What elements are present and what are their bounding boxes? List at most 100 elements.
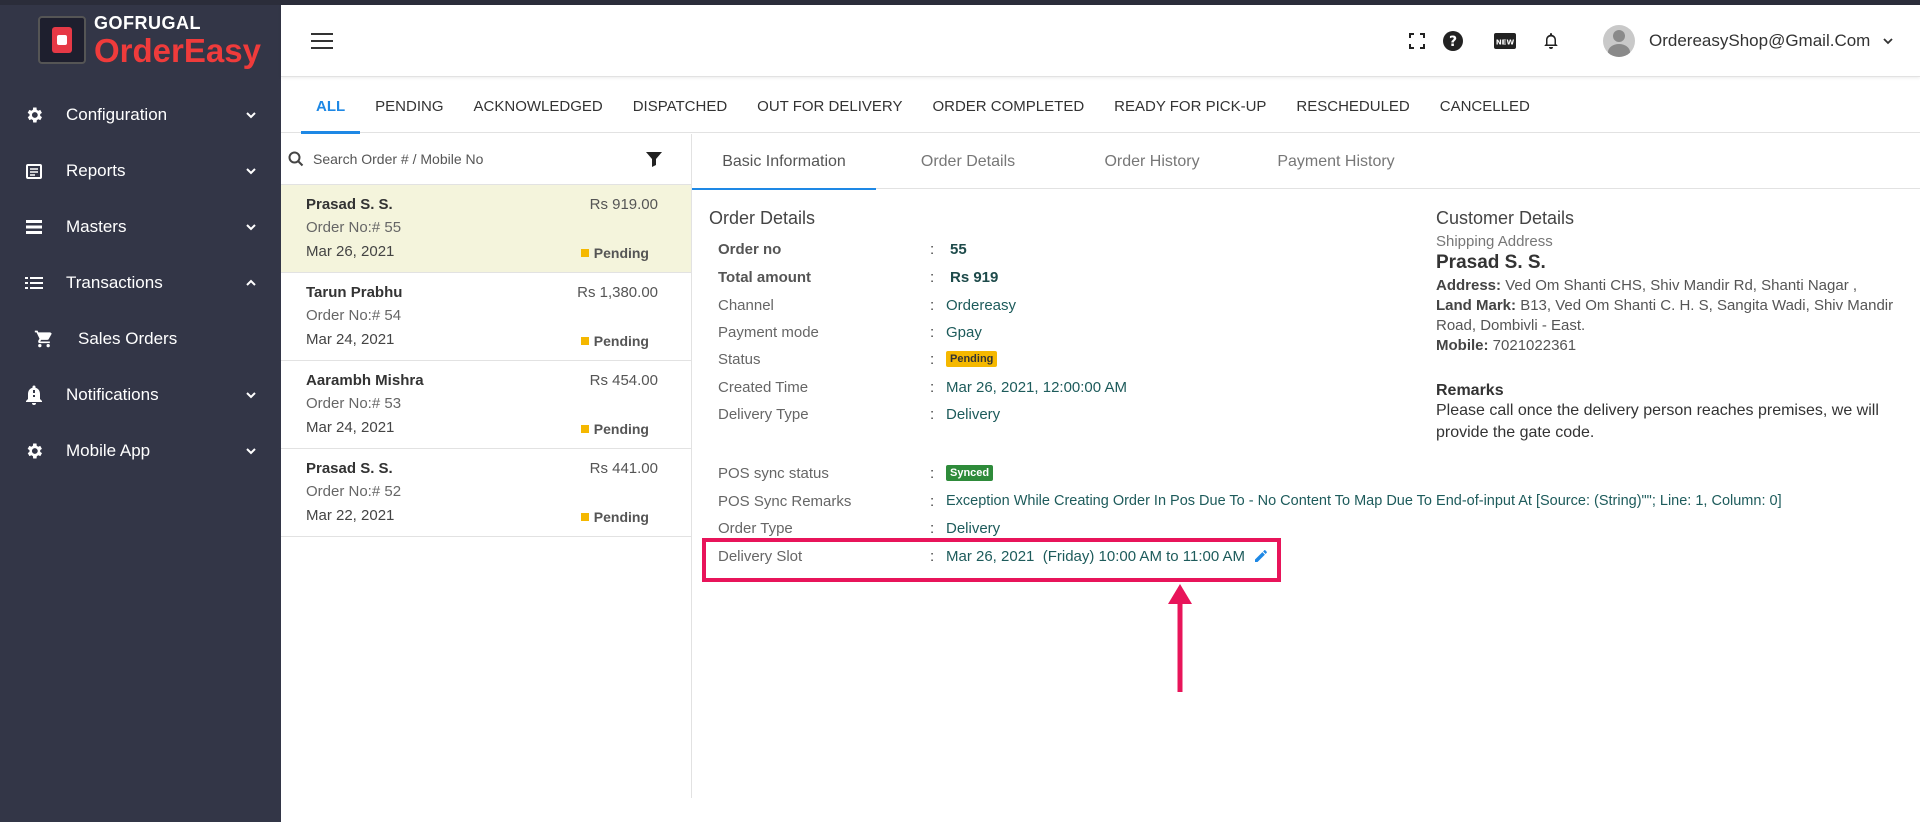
chevron-down-icon (246, 112, 256, 119)
field-status: Status : Pending (718, 348, 998, 370)
sidebar-item-label: Sales Orders (78, 329, 178, 348)
landmark-label: Land Mark: (1436, 297, 1517, 314)
field-label: POS Sync Remarks (718, 492, 852, 510)
tab-pending[interactable]: PENDING (360, 80, 458, 133)
field-label: Order no (718, 240, 782, 258)
sidebar-item-label: Transactions (66, 273, 163, 292)
field-pos-sync-remarks: POS Sync Remarks : Exception While Creat… (718, 490, 1782, 512)
tab-order-details[interactable]: Order Details (876, 134, 1060, 189)
tab-acknowledged[interactable]: ACKNOWLEDGED (459, 80, 618, 133)
brand-name-top: GOFRUGAL (94, 12, 201, 33)
chevron-down-icon (246, 224, 256, 231)
brand-name-bottom: OrderEasy (94, 31, 261, 69)
order-status-text: Pending (593, 509, 649, 525)
field-label: Status (718, 350, 761, 368)
mobile-value: 7021022361 (1492, 337, 1577, 354)
order-status: Pending (580, 509, 649, 525)
tab-out-for-delivery[interactable]: OUT FOR DELIVERY (742, 80, 917, 133)
status-dot-icon (580, 513, 589, 521)
sidebar-item-sales-orders[interactable]: Sales Orders (0, 311, 281, 367)
search-input[interactable] (313, 151, 653, 167)
tab-dispatched[interactable]: DISPATCHED (618, 80, 742, 133)
tab-all[interactable]: ALL (301, 80, 361, 134)
order-status: Pending (580, 421, 649, 437)
order-list-item[interactable]: Prasad S. S. Rs 441.00 Order No:# 52 Mar… (281, 449, 691, 537)
status-badge: Pending (946, 351, 998, 367)
hamburger-menu-icon[interactable] (311, 33, 333, 49)
field-colon: : (930, 492, 935, 510)
customer-mobile: Mobile: 7021022361 (1436, 336, 1906, 356)
address-label: Address: (1436, 277, 1502, 294)
sidebar-nav: Configuration Reports Masters Transactio… (0, 87, 281, 479)
user-menu[interactable]: OrdereasyShop@Gmail.Com (1603, 22, 1894, 60)
pos-sync-badge: Synced (946, 465, 994, 481)
order-date: Mar 22, 2021 (306, 507, 395, 524)
field-label: Created Time (718, 378, 809, 396)
tab-rescheduled[interactable]: RESCHEDULED (1281, 80, 1424, 133)
sidebar-item-mobile-app[interactable]: Mobile App (0, 423, 281, 479)
field-pos-sync-status: POS sync status : Synced (718, 462, 994, 484)
new-features-icon[interactable]: NEW (1493, 29, 1517, 53)
field-label: POS sync status (718, 464, 829, 482)
sidebar-item-reports[interactable]: Reports (0, 143, 281, 199)
sidebar: GOFRUGAL OrderEasy Configuration Reports… (0, 5, 281, 822)
sidebar-item-configuration[interactable]: Configuration (0, 87, 281, 143)
top-header: ? NEW OrdereasyShop@Gmail.Com (281, 5, 1920, 77)
tab-order-completed[interactable]: ORDER COMPLETED (917, 80, 1099, 133)
field-colon: : (930, 378, 935, 396)
annotation-arrow-icon (1168, 584, 1192, 692)
chevron-down-icon (246, 448, 256, 455)
order-no-value: 55 (950, 240, 967, 258)
reports-icon (22, 159, 46, 183)
payment-mode-value: Gpay (946, 323, 982, 341)
help-icon[interactable]: ? (1441, 29, 1465, 53)
order-list-item[interactable]: Tarun Prabhu Rs 1,380.00 Order No:# 54 M… (281, 273, 691, 361)
order-number: Order No:# 55 (306, 219, 402, 236)
order-list-item[interactable]: Prasad S. S. Rs 919.00 Order No:# 55 Mar… (281, 185, 691, 273)
order-amount: Rs 441.00 (589, 460, 658, 477)
field-created-time: Created Time : Mar 26, 2021, 12:00:00 AM (718, 376, 1127, 398)
avatar (1603, 25, 1635, 57)
sidebar-item-transactions[interactable]: Transactions (0, 255, 281, 311)
status-dot-icon (580, 249, 589, 257)
field-colon: : (930, 240, 935, 258)
tab-ready-for-pickup[interactable]: READY FOR PICK-UP (1099, 80, 1281, 133)
filter-icon[interactable] (645, 150, 663, 168)
field-colon: : (930, 268, 935, 286)
sidebar-item-masters[interactable]: Masters (0, 199, 281, 255)
order-status-tabs: ALL PENDING ACKNOWLEDGED DISPATCHED OUT … (281, 80, 1920, 134)
order-list-item[interactable]: Aarambh Mishra Rs 454.00 Order No:# 53 M… (281, 361, 691, 449)
user-email: OrdereasyShop@Gmail.Com (1649, 31, 1871, 50)
field-label: Order Type (718, 519, 793, 537)
customer-details: Customer Details Shipping Address Prasad… (1436, 208, 1906, 444)
order-status: Pending (580, 245, 649, 261)
order-number: Order No:# 53 (306, 395, 402, 412)
order-status-text: Pending (593, 245, 649, 261)
chevron-down-icon (1883, 38, 1893, 45)
tab-payment-history[interactable]: Payment History (1244, 134, 1428, 189)
bell-icon[interactable] (1539, 29, 1563, 53)
field-order-no: Order no : 55 (718, 238, 967, 260)
order-status-text: Pending (593, 421, 649, 437)
bell-alert-icon (22, 383, 46, 407)
brand-logo-icon (38, 16, 86, 64)
field-label: Delivery Type (718, 405, 809, 423)
field-colon: : (930, 350, 935, 368)
status-dot-icon (580, 425, 589, 433)
field-colon: : (930, 519, 935, 537)
masters-icon (22, 215, 46, 239)
sidebar-item-notifications[interactable]: Notifications (0, 367, 281, 423)
field-channel: Channel : Ordereasy (718, 294, 1016, 316)
tab-cancelled[interactable]: CANCELLED (1425, 80, 1545, 133)
order-date: Mar 24, 2021 (306, 419, 395, 436)
fullscreen-icon[interactable] (1405, 29, 1429, 53)
tab-basic-information[interactable]: Basic Information (692, 134, 876, 190)
field-colon: : (930, 323, 935, 341)
sidebar-item-label: Reports (66, 161, 126, 180)
gear-icon (22, 439, 46, 463)
tab-order-history[interactable]: Order History (1060, 134, 1244, 189)
brand[interactable]: GOFRUGAL OrderEasy (0, 5, 281, 75)
order-type-value: Delivery (946, 519, 1001, 537)
chevron-up-icon (246, 279, 256, 286)
chevron-down-icon (246, 168, 256, 175)
